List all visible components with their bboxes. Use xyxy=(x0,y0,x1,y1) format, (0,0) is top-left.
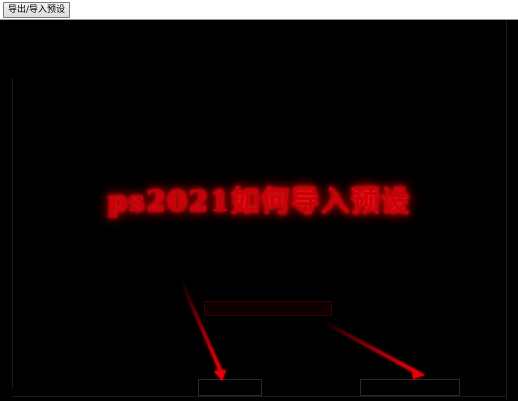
dialog-title-strip: 导出/导入预设 xyxy=(0,0,518,20)
dim-button-left[interactable] xyxy=(198,379,262,396)
overlay-headline: ps2021如何导入预设 xyxy=(107,184,411,218)
dim-button-right[interactable] xyxy=(360,379,460,396)
preset-list-highlight xyxy=(204,301,332,316)
dialog-frame-left xyxy=(12,78,13,388)
red-arrow-icon xyxy=(180,281,226,381)
dialog-frame-bottom xyxy=(12,396,506,397)
screenshot-root: 导出/导入预设 ps2021如何导入预设 xyxy=(0,0,518,401)
export-import-presets-tab[interactable]: 导出/导入预设 xyxy=(3,2,71,18)
red-arrow-icon xyxy=(322,320,425,379)
